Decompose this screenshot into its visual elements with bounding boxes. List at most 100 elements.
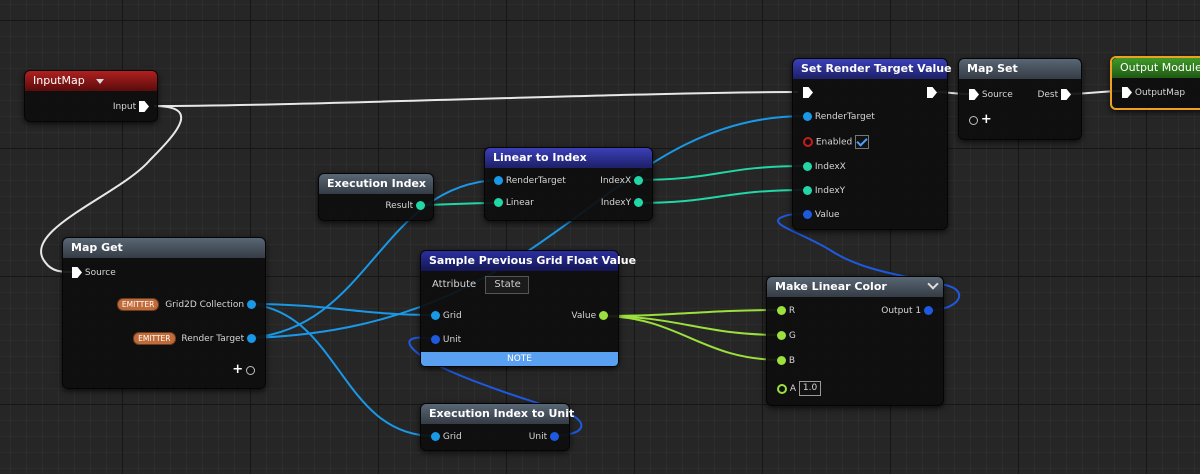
set-rt-rendertarget-pin[interactable]: RenderTarget	[803, 110, 875, 124]
color-b-pin[interactable]: B	[777, 354, 795, 368]
rt-input-pin-icon[interactable]	[803, 112, 812, 121]
plus-icon[interactable]: +	[232, 362, 243, 377]
grid-input-pin-icon[interactable]	[431, 432, 440, 441]
int-wire-indexy	[633, 189, 807, 204]
indexx-input-pin-icon[interactable]	[803, 162, 812, 171]
map-get-grid-pin[interactable]: EMITTER Grid2D Collection	[116, 298, 256, 312]
a-value-input[interactable]: 1.0	[798, 381, 822, 396]
sample-grid-grid-pin[interactable]: Grid	[431, 309, 462, 323]
sample-grid-unit-pin[interactable]: Unit	[431, 333, 461, 347]
linear-to-index-rt-pin[interactable]: RenderTarget	[494, 174, 566, 188]
grid-wire-collection-to-exec-unit	[247, 303, 435, 437]
exec-input-icon[interactable]	[1122, 87, 1132, 98]
exec-output-icon[interactable]	[927, 87, 937, 98]
execution-index-header[interactable]: Execution Index	[319, 174, 433, 194]
execution-index-to-unit-title: Execution Index to Unit	[429, 407, 575, 420]
b-input-pin-icon[interactable]	[777, 356, 786, 365]
rt-input-pin-icon[interactable]	[494, 176, 503, 185]
exec-output-icon[interactable]	[1061, 89, 1071, 100]
result-output-pin-icon[interactable]	[416, 201, 425, 210]
add-pin-icon[interactable]	[246, 365, 255, 375]
map-get-node[interactable]: Map Get Source EMITTER Grid2D Collection…	[62, 237, 266, 389]
set-rt-indexx-label: IndexX	[814, 162, 846, 172]
chevron-down-icon[interactable]	[96, 78, 105, 84]
indexy-output-pin-icon[interactable]	[634, 198, 643, 207]
grid-input-pin-icon[interactable]	[431, 311, 440, 320]
exec-input-icon[interactable]	[803, 87, 813, 98]
set-rt-value-pin[interactable]: Value	[803, 208, 840, 222]
unit-output-pin-icon[interactable]	[550, 432, 559, 441]
input-pin[interactable]: Input	[113, 100, 149, 114]
color-r-pin[interactable]: R	[777, 304, 795, 318]
map-set-source-pin[interactable]: Source	[969, 88, 1013, 102]
note-bar[interactable]: NOTE	[421, 352, 618, 366]
set-render-target-node[interactable]: Set Render Target Value RenderTarget Ena…	[792, 58, 952, 230]
execution-index-to-unit-header[interactable]: Execution Index to Unit	[421, 404, 574, 424]
exec-input-icon[interactable]	[969, 89, 979, 100]
emitter-badge: EMITTER	[133, 332, 176, 345]
bool-input-pin-icon[interactable]	[803, 137, 813, 147]
rt-output-pin-icon[interactable]	[247, 334, 256, 343]
attribute-input[interactable]: State	[485, 276, 530, 294]
output-module-header[interactable]: Output Module	[1112, 58, 1200, 78]
linear-to-index-node[interactable]: Linear to Index RenderTarget Linear Inde…	[484, 147, 653, 221]
value-input-pin-icon[interactable]	[803, 210, 812, 219]
sample-grid-value-pin[interactable]: Value	[571, 309, 608, 323]
set-rt-indexy-pin[interactable]: IndexY	[803, 184, 845, 198]
color-output-pin[interactable]: Output 1	[881, 304, 933, 318]
unit-input-pin-icon[interactable]	[431, 335, 440, 344]
linear-to-index-header[interactable]: Linear to Index	[485, 148, 652, 168]
set-rt-enabled-pin[interactable]: Enabled	[803, 135, 870, 149]
set-rt-indexx-pin[interactable]: IndexX	[803, 160, 846, 174]
indexy-input-pin-icon[interactable]	[803, 186, 812, 195]
make-linear-color-node[interactable]: Make Linear Color R G B A 1.0 Output 1	[766, 276, 944, 406]
set-rt-exec-out[interactable]	[927, 86, 937, 100]
sample-grid-value-label: Value	[571, 311, 597, 321]
indexx-output-pin-icon[interactable]	[634, 176, 643, 185]
linear-input-pin-icon[interactable]	[494, 198, 503, 207]
map-get-source-pin[interactable]: Source	[72, 266, 116, 280]
color-g-pin[interactable]: G	[777, 329, 796, 343]
linear-to-index-indexx-pin[interactable]: IndexX	[600, 174, 643, 188]
linear-to-index-indexy-label: IndexY	[600, 198, 632, 208]
map-get-rt-pin[interactable]: EMITTER Render Target	[133, 332, 256, 346]
sample-grid-node[interactable]: Sample Previous Grid Float Value Attribu…	[420, 250, 636, 367]
g-input-pin-icon[interactable]	[777, 331, 786, 340]
output-map-pin[interactable]: OutputMap	[1122, 86, 1185, 100]
set-render-target-header[interactable]: Set Render Target Value	[793, 59, 952, 79]
value-output-pin-icon[interactable]	[599, 311, 608, 320]
linear-to-index-indexy-pin[interactable]: IndexY	[601, 196, 643, 210]
output-module-node[interactable]: Output Module OutputMap	[1110, 56, 1200, 110]
input-map-header[interactable]: InputMap	[25, 71, 157, 91]
execution-index-node[interactable]: Execution Index Result	[318, 173, 434, 221]
enabled-checkbox[interactable]	[855, 135, 870, 149]
add-pin-icon[interactable]	[969, 115, 978, 125]
make-linear-color-title: Make Linear Color	[775, 280, 887, 293]
map-set-header[interactable]: Map Set	[959, 59, 1081, 79]
input-map-node[interactable]: InputMap Input	[24, 70, 158, 122]
grid-output-pin-icon[interactable]	[247, 300, 256, 309]
sample-grid-header[interactable]: Sample Previous Grid Float Value	[421, 251, 636, 271]
a-input-pin-icon[interactable]	[777, 383, 787, 394]
r-input-pin-icon[interactable]	[777, 306, 786, 315]
map-set-add-pin[interactable]: +	[969, 113, 992, 127]
exec-unit-unit-pin[interactable]: Unit	[529, 430, 559, 444]
map-get-header[interactable]: Map Get	[63, 238, 265, 258]
exec-input-icon[interactable]	[72, 267, 82, 278]
map-set-node[interactable]: Map Set Source Dest +	[958, 58, 1082, 140]
exec-output-icon[interactable]	[139, 101, 149, 112]
set-rt-exec-in[interactable]	[803, 86, 813, 100]
map-set-dest-pin[interactable]: Dest	[1037, 88, 1071, 102]
linear-to-index-linear-pin[interactable]: Linear	[494, 196, 534, 210]
color-output-pin-icon[interactable]	[924, 306, 933, 315]
make-linear-color-header[interactable]: Make Linear Color	[767, 277, 943, 297]
execution-index-to-unit-node[interactable]: Execution Index to Unit Grid Unit	[420, 403, 574, 451]
add-pin-control[interactable]: +	[232, 363, 255, 377]
color-a-pin[interactable]: A 1.0	[777, 381, 822, 396]
exec-unit-grid-pin[interactable]: Grid	[431, 430, 462, 444]
color-g-label: G	[788, 331, 796, 341]
plus-icon[interactable]: +	[981, 112, 992, 127]
sample-grid-grid-label: Grid	[442, 311, 462, 321]
execution-index-result-pin[interactable]: Result	[385, 199, 425, 213]
chevron-down-icon[interactable]	[927, 278, 939, 290]
